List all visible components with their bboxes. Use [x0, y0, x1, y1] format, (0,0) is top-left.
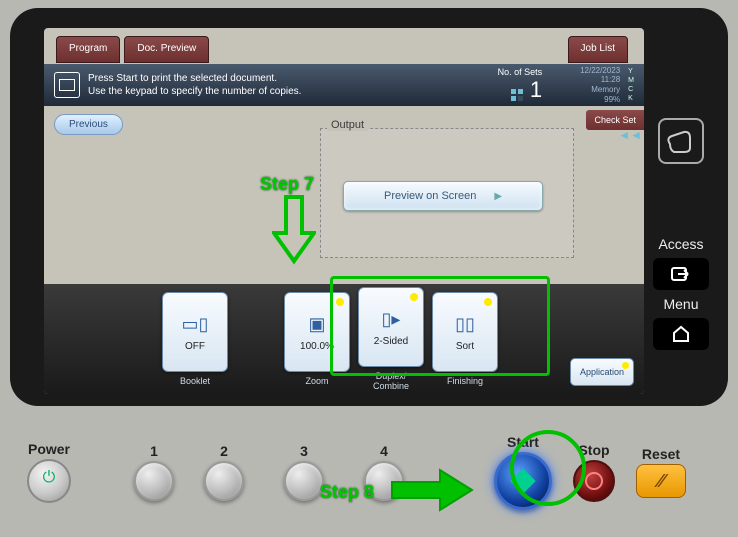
booklet-value: OFF [185, 341, 205, 352]
status-memory-value: 99% [562, 95, 620, 105]
annotation-arrow-right [390, 468, 476, 512]
zoom-value: 100.0% [300, 341, 334, 352]
instruction-line2: Use the keypad to specify the number of … [88, 85, 301, 98]
access-button[interactable] [653, 258, 709, 290]
reset-button[interactable]: ⁄⁄ [636, 464, 686, 498]
top-nav: Program Doc. Preview Job List [44, 36, 644, 63]
access-label: Access [658, 236, 703, 252]
toner-m: M [628, 77, 634, 84]
annotation-step8: Step 8 [320, 482, 374, 503]
status-date: 12/22/2023 [562, 66, 620, 76]
sets-label: No. of Sets [498, 67, 543, 77]
side-panel: Access Menu [646, 118, 716, 350]
toner-k: K [628, 95, 634, 102]
toner-indicators: Y M C K [628, 68, 634, 102]
tab-program[interactable]: Program [56, 36, 120, 63]
tab-doc-preview[interactable]: Doc. Preview [124, 36, 209, 63]
preset2-label: 2 [220, 443, 228, 459]
sets-value: 1 [530, 77, 542, 103]
sets-grid-icon [511, 89, 523, 101]
booklet-group: ▭▯ OFF Booklet [162, 292, 228, 386]
preview-on-screen-button[interactable]: Preview on Screen ▶ [343, 181, 543, 211]
zoom-icon: ▣ [308, 313, 325, 337]
preview-label: Preview on Screen [384, 190, 476, 202]
preset3-label: 3 [300, 443, 308, 459]
indicator-dot [622, 362, 629, 369]
power-label: Power [28, 441, 70, 457]
status-memory-label: Memory [562, 85, 620, 95]
previous-button[interactable]: Previous [54, 114, 123, 135]
annotation-step7: Step 7 [260, 174, 314, 195]
preset2-button[interactable] [204, 461, 244, 501]
status-time: 11:28 [562, 75, 620, 85]
preset1-button[interactable] [134, 461, 174, 501]
instruction-text: Press Start to print the selected docume… [88, 72, 301, 98]
hardware-row: Power 1 2 3 4 Start Stop Reset ⁄⁄ [14, 422, 724, 522]
booklet-button[interactable]: ▭▯ OFF [162, 292, 228, 372]
menu-button[interactable] [653, 318, 709, 350]
rewind-icon[interactable]: ◄◄ [618, 128, 642, 142]
annotation-circle-start [510, 430, 586, 506]
check-settings-button[interactable]: Check Set [586, 110, 644, 130]
application-label: Application [580, 367, 624, 377]
toner-c: C [628, 86, 634, 93]
reset-label: Reset [642, 446, 680, 462]
power-button[interactable] [27, 459, 71, 503]
preset3-button[interactable] [284, 461, 324, 501]
nfc-hand-icon [658, 118, 704, 164]
application-button[interactable]: Application [570, 358, 634, 386]
menu-label: Menu [663, 296, 698, 312]
finishing-label: Finishing [447, 376, 483, 386]
document-icon [54, 72, 80, 98]
chevron-right-icon: ▶ [494, 191, 502, 202]
instruction-line1: Press Start to print the selected docume… [88, 72, 301, 85]
output-panel: Output Preview on Screen ▶ [320, 128, 574, 258]
booklet-label: Booklet [180, 376, 210, 386]
output-title: Output [327, 119, 368, 131]
booklet-icon: ▭▯ [182, 313, 209, 337]
instruction-bar: Press Start to print the selected docume… [44, 64, 644, 106]
preset4-label: 4 [380, 443, 388, 459]
zoom-label: Zoom [305, 376, 328, 386]
tab-job-list[interactable]: Job List [568, 36, 628, 63]
annotation-arrow-down [272, 195, 316, 265]
preset1-label: 1 [150, 443, 158, 459]
status-block: 12/22/2023 11:28 Memory 99% [562, 66, 620, 104]
sets-block: No. of Sets 1 [498, 67, 543, 103]
annotation-box-settings [330, 276, 550, 376]
toner-y: Y [628, 68, 634, 75]
